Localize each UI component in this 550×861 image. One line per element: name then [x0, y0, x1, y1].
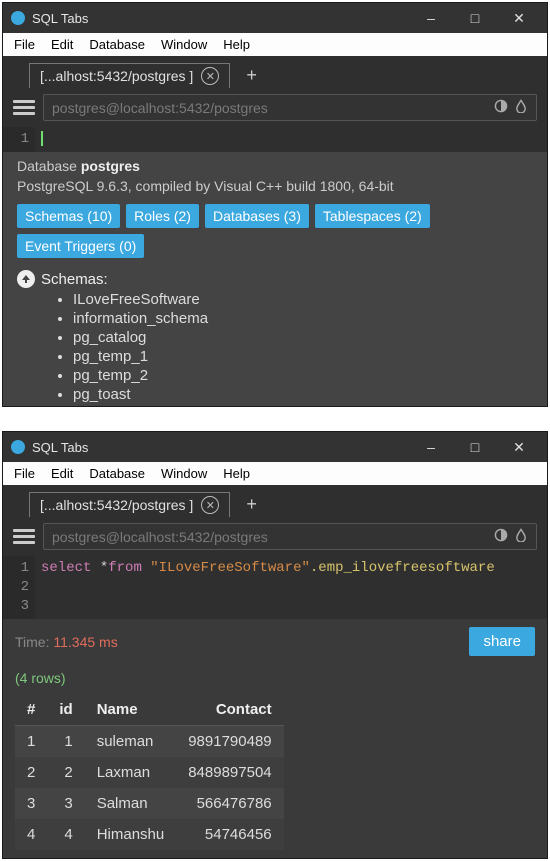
menu-help[interactable]: Help	[216, 464, 257, 483]
schema-item[interactable]: pg_catalog	[73, 328, 547, 347]
connection-tab[interactable]: [...alhost:5432/postgres ] ✕	[29, 492, 230, 517]
menu-database[interactable]: Database	[82, 464, 152, 483]
minimize-button[interactable]: –	[409, 3, 453, 33]
titlebar[interactable]: SQL Tabs – □ ✕	[3, 432, 547, 462]
table-row[interactable]: 44Himanshu54746456	[15, 819, 284, 850]
connection-tab[interactable]: [...alhost:5432/postgres ] ✕	[29, 63, 230, 88]
schema-item[interactable]: pg_temp_1	[73, 347, 547, 366]
maximize-button[interactable]: □	[453, 432, 497, 462]
new-tab-button[interactable]: +	[240, 494, 263, 515]
close-tab-icon[interactable]: ✕	[201, 67, 219, 85]
app-title: SQL Tabs	[32, 11, 409, 26]
maximize-button[interactable]: □	[453, 3, 497, 33]
app-title: SQL Tabs	[32, 440, 409, 455]
menu-database[interactable]: Database	[82, 35, 152, 54]
badge-roles[interactable]: Roles (2)	[126, 204, 199, 228]
col-name[interactable]: Name	[85, 694, 177, 726]
schema-item[interactable]: pg_temp_2	[73, 366, 547, 385]
row-count: (4 rows)	[15, 670, 535, 686]
badge-row: Schemas (10) Roles (2) Databases (3) Tab…	[3, 196, 547, 262]
sql-editor[interactable]: 1 2 3 select *from "ILoveFreeSoftware".e…	[3, 556, 547, 619]
address-bar[interactable]: postgres@localhost:5432/postgres	[43, 94, 537, 121]
menu-bar: File Edit Database Window Help	[3, 462, 547, 485]
titlebar[interactable]: SQL Tabs – □ ✕	[3, 3, 547, 33]
close-window-button[interactable]: ✕	[497, 432, 541, 462]
hamburger-icon[interactable]	[13, 529, 35, 544]
contrast-icon[interactable]	[494, 528, 508, 545]
app-icon	[11, 11, 25, 25]
info-panel: Database postgres PostgreSQL 9.6.3, comp…	[3, 152, 547, 406]
table-row[interactable]: 33Salman566476786	[15, 788, 284, 819]
menu-help[interactable]: Help	[216, 35, 257, 54]
menu-file[interactable]: File	[7, 464, 42, 483]
sql-editor[interactable]: 1	[3, 127, 547, 152]
table-row[interactable]: 22Laxman8489897504	[15, 757, 284, 788]
schema-item[interactable]: ILoveFreeSoftware	[73, 290, 547, 309]
menu-bar: File Edit Database Window Help	[3, 33, 547, 56]
schema-item[interactable]: pg_toast	[73, 385, 547, 404]
window-bottom: SQL Tabs – □ ✕ File Edit Database Window…	[2, 431, 548, 859]
address-text: postgres@localhost:5432/postgres	[52, 529, 268, 545]
text-cursor	[41, 131, 43, 146]
hamburger-icon[interactable]	[13, 100, 35, 115]
tab-strip: [...alhost:5432/postgres ] ✕ +	[3, 485, 547, 517]
arrow-up-icon	[17, 270, 35, 288]
new-tab-button[interactable]: +	[240, 65, 263, 86]
menu-file[interactable]: File	[7, 35, 42, 54]
share-button[interactable]: share	[469, 627, 535, 656]
db-line: Database postgres	[3, 156, 547, 176]
schema-item[interactable]: information_schema	[73, 309, 547, 328]
droplet-icon[interactable]	[514, 528, 528, 545]
badge-tablespaces[interactable]: Tablespaces (2)	[315, 204, 430, 228]
menu-window[interactable]: Window	[154, 35, 214, 54]
badge-databases[interactable]: Databases (3)	[205, 204, 309, 228]
minimize-button[interactable]: –	[409, 432, 453, 462]
col-id[interactable]: id	[47, 694, 84, 726]
schemas-heading[interactable]: Schemas:	[3, 262, 547, 288]
line-gutter: 1 2 3	[3, 556, 35, 619]
menu-edit[interactable]: Edit	[44, 464, 80, 483]
menu-window[interactable]: Window	[154, 464, 214, 483]
contrast-icon[interactable]	[494, 99, 508, 116]
schema-list: ILoveFreeSoftware information_schema pg_…	[3, 288, 547, 400]
app-icon	[11, 440, 25, 454]
address-bar[interactable]: postgres@localhost:5432/postgres	[43, 523, 537, 550]
badge-schemas[interactable]: Schemas (10)	[17, 204, 120, 228]
code-area[interactable]: select *from "ILoveFreeSoftware".emp_ilo…	[35, 556, 547, 619]
results-panel: Time: 11.345 ms share (4 rows) # id Name…	[3, 619, 547, 858]
code-area[interactable]	[35, 127, 547, 152]
tab-label: [...alhost:5432/postgres ]	[40, 68, 193, 84]
droplet-icon[interactable]	[514, 99, 528, 116]
window-top: SQL Tabs – □ ✕ File Edit Database Window…	[2, 2, 548, 407]
badge-event-triggers[interactable]: Event Triggers (0)	[17, 234, 144, 258]
tab-strip: [...alhost:5432/postgres ] ✕ +	[3, 56, 547, 88]
results-table: # id Name Contact 11suleman9891790489 22…	[15, 694, 284, 850]
menu-edit[interactable]: Edit	[44, 35, 80, 54]
address-text: postgres@localhost:5432/postgres	[52, 100, 268, 116]
address-row: postgres@localhost:5432/postgres	[3, 88, 547, 127]
version-line: PostgreSQL 9.6.3, compiled by Visual C++…	[3, 176, 547, 196]
close-tab-icon[interactable]: ✕	[201, 496, 219, 514]
query-time: Time: 11.345 ms	[15, 634, 118, 650]
address-row: postgres@localhost:5432/postgres	[3, 517, 547, 556]
close-window-button[interactable]: ✕	[497, 3, 541, 33]
table-row[interactable]: 11suleman9891790489	[15, 726, 284, 758]
line-gutter: 1	[3, 127, 35, 152]
table-header-row: # id Name Contact	[15, 694, 284, 726]
col-contact[interactable]: Contact	[176, 694, 283, 726]
tab-label: [...alhost:5432/postgres ]	[40, 497, 193, 513]
col-index[interactable]: #	[15, 694, 47, 726]
